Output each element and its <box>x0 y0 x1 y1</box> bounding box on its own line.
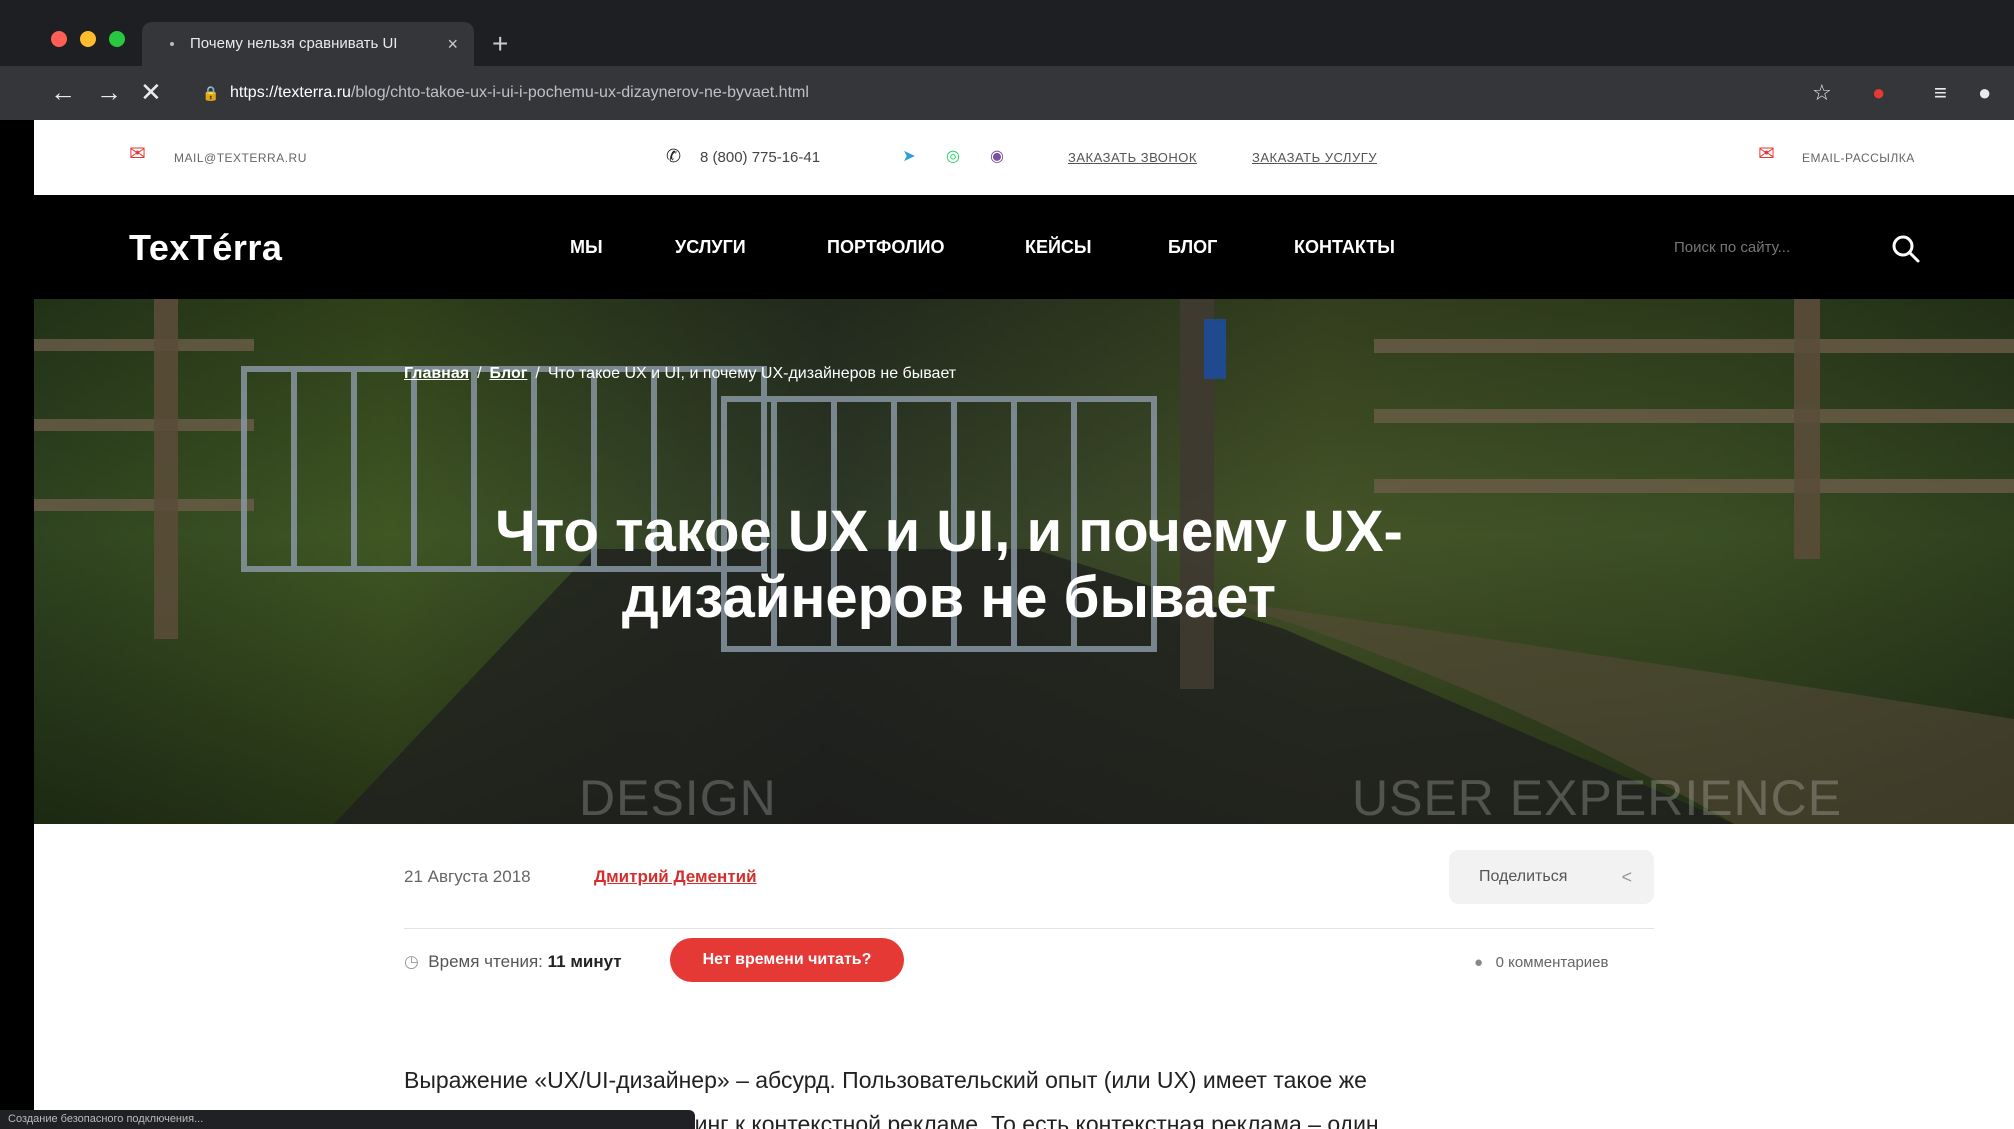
breadcrumb-separator: / <box>535 365 540 382</box>
phone-link[interactable]: 8 (800) 775-16-41 <box>700 148 820 168</box>
nav-item-portfolio[interactable]: ПОРТФОЛИО <box>827 235 945 259</box>
reading-time-label: Время чтения: <box>428 952 543 971</box>
new-tab-button[interactable]: + <box>492 24 508 64</box>
main-navigation: TexTérra МЫ УСЛУГИ ПОРТФОЛИО КЕЙСЫ БЛОГ … <box>34 195 2014 299</box>
article-body-line1: Выражение «UX/UI-дизайнер» – абсурд. Пол… <box>404 1067 1367 1093</box>
window-maximize-button[interactable] <box>109 31 125 47</box>
page-title-line1: Что такое UX и UI, и почему UX- <box>495 499 1403 564</box>
search-icon[interactable] <box>1888 231 1924 267</box>
share-label: Поделиться <box>1479 868 1568 885</box>
order-service-link[interactable]: ЗАКАЗАТЬ УСЛУГУ <box>1252 148 1377 168</box>
nav-item-contacts[interactable]: КОНТАКТЫ <box>1294 235 1395 259</box>
window-minimize-button[interactable] <box>80 31 96 47</box>
nav-item-about[interactable]: МЫ <box>570 235 603 259</box>
mail-icon: ✉ <box>129 143 146 165</box>
tab-close-icon[interactable]: × <box>447 22 458 66</box>
forward-arrow-icon[interactable]: → <box>96 78 122 106</box>
web-page: ✉ MAIL@TEXTERRA.RU ✆ 8 (800) 775-16-41 ➤… <box>34 120 2014 1129</box>
email-link[interactable]: MAIL@TEXTERRA.RU <box>174 148 307 168</box>
share-button[interactable]: Поделиться < <box>1449 850 1654 904</box>
newsletter-icon: ✉ <box>1758 143 1775 165</box>
breadcrumb-home-link[interactable]: Главная <box>404 365 469 382</box>
site-logo[interactable]: TexTérra <box>129 227 282 269</box>
breadcrumb-blog-link[interactable]: Блог <box>490 365 528 382</box>
tab-strip: Почему нельзя сравнивать UI × + <box>0 0 2014 66</box>
breadcrumb-current: Что такое UX и UI, и почему UX-дизайнеро… <box>547 365 957 382</box>
stop-loading-icon[interactable]: ✕ <box>140 78 162 106</box>
back-arrow-icon[interactable]: ← <box>50 78 76 106</box>
bookmark-star-icon[interactable]: ☆ <box>1812 80 1832 106</box>
window-close-button[interactable] <box>51 31 67 47</box>
url-path: /blog/chto-takoe-ux-i-ui-i-pochemu-ux-di… <box>350 84 809 101</box>
search-input[interactable] <box>1674 227 1874 267</box>
clock-icon: ◷ <box>404 952 419 971</box>
comments-link[interactable]: ● 0 комментариев <box>1474 954 1609 971</box>
telegram-icon[interactable]: ➤ <box>896 144 922 170</box>
breadcrumb: Главная / Блог / Что такое UX и UI, и почему… <box>404 365 956 383</box>
nav-item-services[interactable]: УСЛУГИ <box>675 235 746 259</box>
extension-icon[interactable]: ● <box>1872 80 1885 106</box>
profile-avatar-icon[interactable]: ● <box>1978 80 1991 106</box>
lock-icon: 🔒 <box>202 85 220 101</box>
hero-caption-design: DESIGN <box>579 770 777 824</box>
reading-time: ◷ Время чтения: 11 минут <box>404 952 622 972</box>
browser-status-bar: Создание безопасного подключения... <box>0 1110 695 1129</box>
newsletter-link[interactable]: EMAIL-РАССЫЛКА <box>1802 148 1915 168</box>
article-author-link[interactable]: Дмитрий Дементий <box>594 867 757 887</box>
hero-banner: Главная / Блог / Что такое UX и UI, и почему… <box>34 299 2014 824</box>
no-time-to-read-button[interactable]: Нет времени читать? <box>670 938 904 982</box>
tab-title: Почему нельзя сравнивать UI <box>190 35 398 52</box>
phone-icon: ✆ <box>666 146 682 166</box>
site-topbar: ✉ MAIL@TEXTERRA.RU ✆ 8 (800) 775-16-41 ➤… <box>34 120 2014 195</box>
whatsapp-icon[interactable]: ◎ <box>940 144 966 170</box>
page-title-line2: дизайнеров не бывает <box>621 565 1277 630</box>
viber-icon[interactable]: ◉ <box>984 144 1010 170</box>
comment-icon: ● <box>1474 954 1484 971</box>
tab-loading-icon <box>170 42 174 46</box>
comments-count: 0 комментариев <box>1495 954 1609 971</box>
browser-chrome: Почему нельзя сравнивать UI × + ← → ✕ 🔒 … <box>0 0 2014 120</box>
breadcrumb-separator: / <box>477 365 482 382</box>
reading-time-value: 11 минут <box>547 952 622 971</box>
address-bar-row: ← → ✕ 🔒 https://texterra.ru/blog/chto-ta… <box>0 66 2014 120</box>
nav-item-cases[interactable]: КЕЙСЫ <box>1025 235 1092 259</box>
page-title: Что такое UX и UI, и почему UX- дизайнер… <box>304 499 1594 631</box>
article-date: 21 Августа 2018 <box>404 867 531 886</box>
hero-caption-ux: USER EXPERIENCE <box>1352 770 1843 824</box>
nav-item-blog[interactable]: БЛОГ <box>1168 235 1217 259</box>
share-icon: < <box>1621 867 1632 887</box>
browser-tab-active[interactable]: Почему нельзя сравнивать UI × <box>142 22 474 66</box>
extension-menu-icon[interactable]: ≡ <box>1934 80 1947 106</box>
url-host: https://texterra.ru <box>230 84 351 101</box>
url-field[interactable]: 🔒 https://texterra.ru/blog/chto-takoe-ux… <box>190 76 1780 110</box>
meta-divider <box>404 928 1654 929</box>
order-call-link[interactable]: ЗАКАЗАТЬ ЗВОНОК <box>1068 148 1197 168</box>
